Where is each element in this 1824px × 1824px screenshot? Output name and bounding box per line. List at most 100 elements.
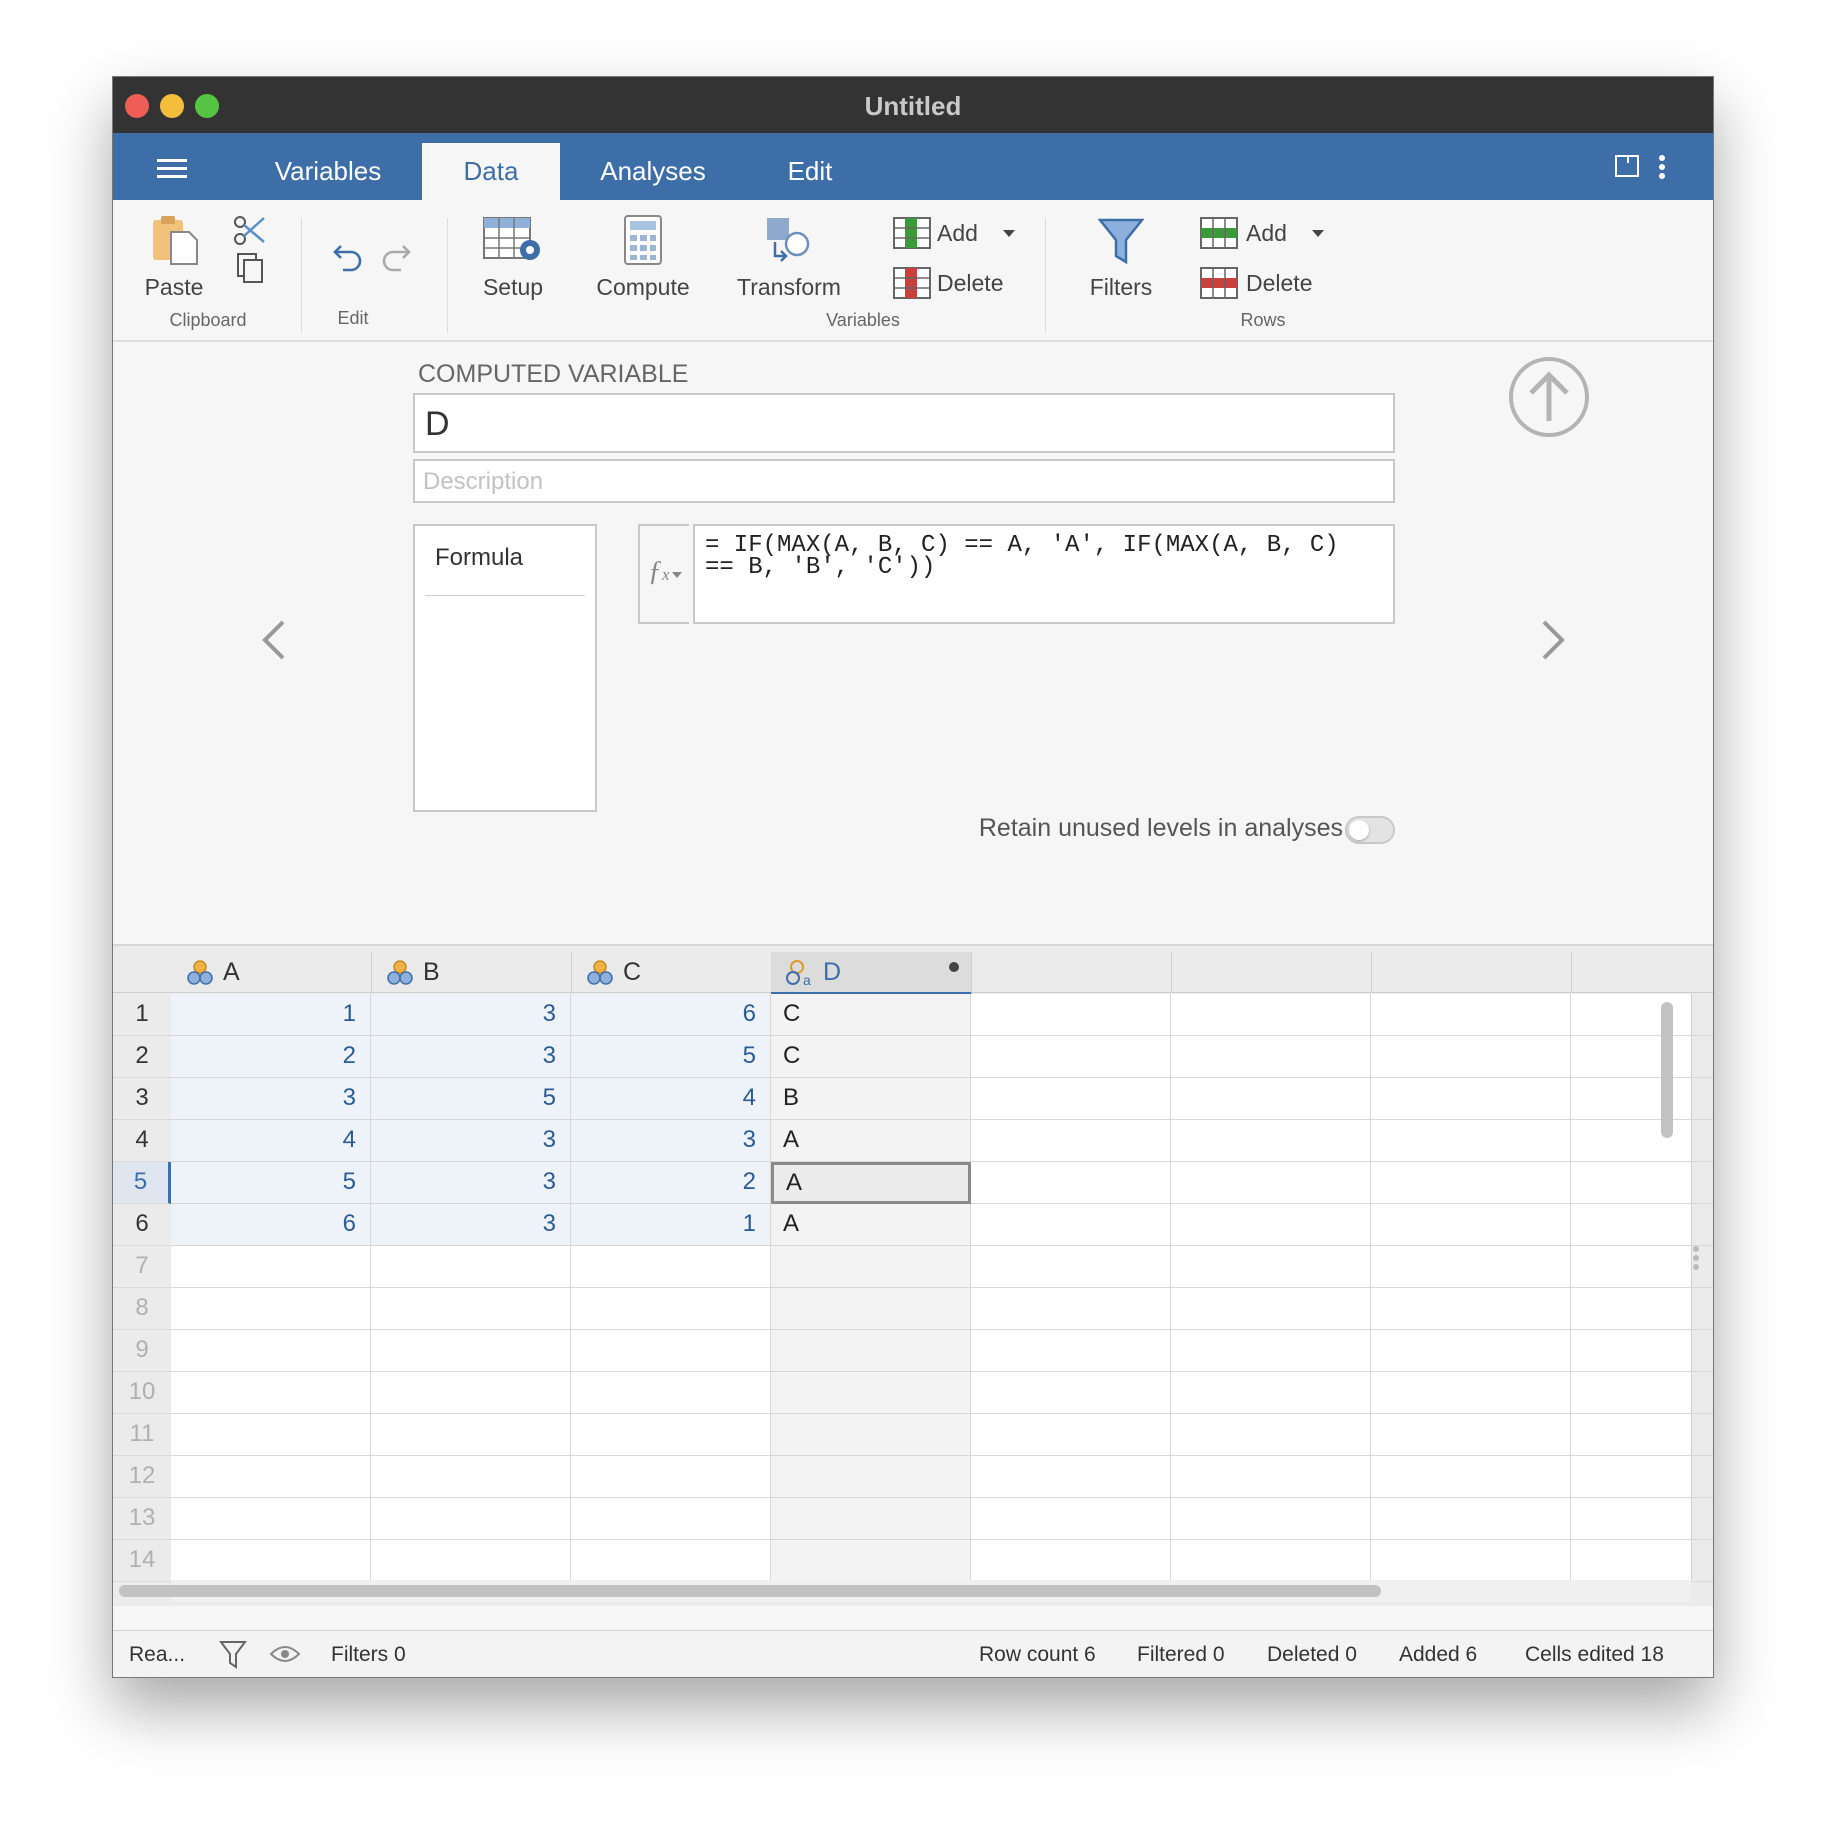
grid-cell[interactable] — [571, 1498, 771, 1540]
grid-cell[interactable] — [1371, 1456, 1571, 1498]
grid-cell[interactable] — [1371, 1330, 1571, 1372]
compute-button[interactable]: Compute — [593, 214, 693, 304]
more-options-icon[interactable] — [1659, 155, 1665, 179]
row-number[interactable]: 3 — [113, 1078, 171, 1120]
panel-layout-icon[interactable] — [1615, 155, 1639, 177]
grid-cell[interactable] — [1371, 1120, 1571, 1162]
grid-cell[interactable] — [1371, 1288, 1571, 1330]
grid-cell[interactable] — [371, 1330, 571, 1372]
grid-cell[interactable] — [171, 1246, 371, 1288]
grid-cell[interactable]: 5 — [571, 1036, 771, 1078]
add-row-button[interactable]: Add — [1200, 214, 1330, 254]
grid-cell[interactable] — [971, 1288, 1171, 1330]
grid-cell[interactable] — [371, 1540, 571, 1582]
grid-cell[interactable]: 5 — [371, 1078, 571, 1120]
resize-handle-icon[interactable] — [1693, 1246, 1699, 1270]
grid-cell[interactable] — [971, 1204, 1171, 1246]
grid-cell[interactable] — [371, 1246, 571, 1288]
undo-icon[interactable] — [331, 238, 365, 272]
grid-cell[interactable]: 2 — [571, 1162, 771, 1204]
grid-cell[interactable] — [971, 1372, 1171, 1414]
grid-cell[interactable] — [1571, 1036, 1713, 1078]
grid-cell[interactable] — [1371, 1162, 1571, 1204]
transform-button[interactable]: Transform — [729, 214, 849, 304]
grid-cell[interactable]: 3 — [371, 994, 571, 1036]
retain-levels-toggle[interactable] — [1345, 816, 1395, 844]
grid-cell[interactable]: C — [771, 994, 971, 1036]
grid-cell[interactable] — [1171, 1372, 1371, 1414]
grid-cell[interactable] — [571, 1414, 771, 1456]
grid-cell[interactable] — [1171, 1120, 1371, 1162]
grid-cell[interactable] — [371, 1498, 571, 1540]
grid-cell[interactable] — [171, 1540, 371, 1582]
grid-cell[interactable] — [771, 1330, 971, 1372]
grid-cell[interactable] — [171, 1414, 371, 1456]
grid-cell[interactable] — [971, 1330, 1171, 1372]
grid-cell[interactable] — [571, 1246, 771, 1288]
grid-cell[interactable] — [171, 1372, 371, 1414]
grid-cell[interactable]: 2 — [171, 1036, 371, 1078]
next-chevron-icon[interactable] — [1538, 618, 1568, 662]
grid-cell[interactable] — [1171, 1540, 1371, 1582]
grid-cell[interactable] — [371, 1288, 571, 1330]
add-variable-button[interactable]: Add — [893, 214, 1023, 254]
grid-cell[interactable] — [1371, 1372, 1571, 1414]
grid-cell[interactable] — [971, 1078, 1171, 1120]
grid-cell[interactable] — [171, 1456, 371, 1498]
grid-cell[interactable] — [371, 1414, 571, 1456]
column-header-c[interactable]: C — [571, 952, 772, 992]
grid-cell[interactable] — [1571, 1330, 1713, 1372]
grid-cell[interactable] — [1171, 1456, 1371, 1498]
grid-cell[interactable]: 3 — [171, 1078, 371, 1120]
selected-cell[interactable]: A — [771, 1162, 971, 1204]
column-header-b[interactable]: B — [371, 952, 572, 992]
grid-cell[interactable] — [1371, 1540, 1571, 1582]
row-number[interactable]: 5 — [113, 1162, 171, 1204]
row-number[interactable]: 14 — [113, 1540, 171, 1582]
grid-cell[interactable]: 3 — [371, 1036, 571, 1078]
grid-cell[interactable] — [1371, 1246, 1571, 1288]
grid-cell[interactable] — [1571, 1540, 1713, 1582]
row-number[interactable]: 1 — [113, 994, 171, 1036]
row-number[interactable]: 12 — [113, 1456, 171, 1498]
grid-cell[interactable] — [1171, 1078, 1371, 1120]
grid-cell[interactable] — [1571, 1498, 1713, 1540]
grid-cell[interactable]: A — [771, 1120, 971, 1162]
tab-analyses[interactable]: Analyses — [578, 143, 728, 200]
grid-cell[interactable]: B — [771, 1078, 971, 1120]
grid-cell[interactable] — [1571, 1372, 1713, 1414]
grid-cell[interactable] — [1571, 994, 1713, 1036]
grid-cell[interactable] — [771, 1456, 971, 1498]
grid-cell[interactable] — [1371, 1036, 1571, 1078]
grid-cell[interactable] — [171, 1330, 371, 1372]
vertical-scrollbar[interactable] — [1661, 1002, 1673, 1138]
grid-cell[interactable] — [1371, 994, 1571, 1036]
row-number[interactable]: 6 — [113, 1204, 171, 1246]
grid-cell[interactable] — [1371, 1204, 1571, 1246]
delete-row-button[interactable]: Delete — [1200, 264, 1330, 304]
grid-cell[interactable]: 1 — [171, 994, 371, 1036]
function-picker-button[interactable]: ƒx — [638, 524, 689, 624]
redo-icon[interactable] — [379, 238, 413, 272]
paste-button[interactable]: Paste — [141, 214, 207, 304]
setup-button[interactable]: Setup — [473, 214, 553, 304]
row-number[interactable]: 9 — [113, 1330, 171, 1372]
grid-cell[interactable] — [771, 1246, 971, 1288]
grid-cell[interactable] — [571, 1330, 771, 1372]
grid-cell[interactable] — [971, 1540, 1171, 1582]
column-header-empty[interactable] — [1371, 952, 1572, 992]
grid-cell[interactable] — [971, 1498, 1171, 1540]
filters-button[interactable]: Filters — [1073, 214, 1169, 304]
grid-cell[interactable] — [1371, 1498, 1571, 1540]
grid-cell[interactable] — [1171, 1036, 1371, 1078]
grid-cell[interactable] — [971, 1120, 1171, 1162]
grid-cell[interactable] — [971, 1036, 1171, 1078]
grid-cell[interactable] — [1571, 1204, 1713, 1246]
delete-variable-button[interactable]: Delete — [893, 264, 1023, 304]
grid-cell[interactable]: 4 — [171, 1120, 371, 1162]
column-header-empty[interactable] — [1571, 952, 1713, 992]
row-number[interactable]: 13 — [113, 1498, 171, 1540]
grid-cell[interactable]: 6 — [571, 994, 771, 1036]
grid-cell[interactable]: 6 — [171, 1204, 371, 1246]
row-number[interactable]: 2 — [113, 1036, 171, 1078]
